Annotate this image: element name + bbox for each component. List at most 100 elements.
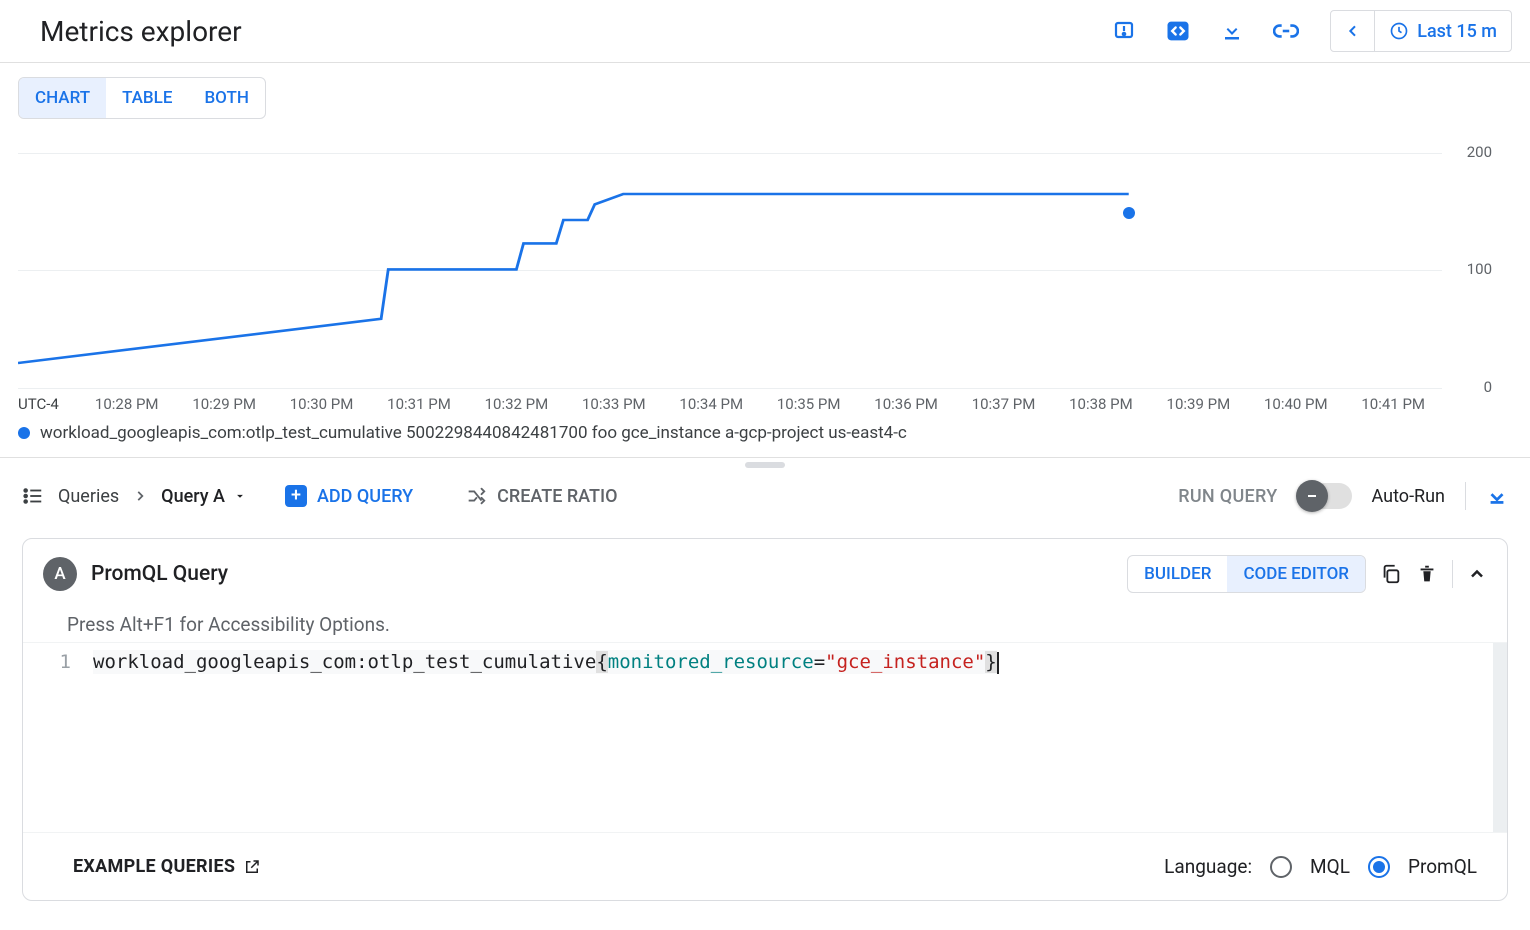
x-axis: UTC-4 10:28 PM 10:29 PM 10:30 PM 10:31 P… [18, 389, 1442, 417]
auto-run-label: Auto-Run [1372, 486, 1445, 507]
x-tick: 10:31 PM [370, 395, 467, 413]
tok-string: "gce_instance" [825, 651, 985, 673]
link-icon[interactable] [1268, 13, 1304, 49]
queries-toolbar-left: Queries Query A + ADD QUERY CREATE RATIO [22, 485, 617, 507]
chart-plot[interactable]: 200 100 0 [18, 129, 1512, 389]
pane-resize-handle[interactable] [0, 457, 1530, 472]
time-range-picker[interactable]: Last 15 m [1375, 11, 1511, 51]
editor-mode-tabs: BUILDER CODE EDITOR [1127, 555, 1366, 593]
x-tick: 10:28 PM [78, 395, 175, 413]
current-query-dropdown[interactable]: Query A [161, 486, 247, 507]
tok-metric: workload_googleapis_com:otlp_test_cumula… [93, 651, 596, 673]
tok-rbrace: } [985, 651, 996, 673]
query-card-header-right: BUILDER CODE EDITOR [1127, 555, 1487, 593]
legend-series-label: workload_googleapis_com:otlp_test_cumula… [40, 423, 907, 443]
tab-table[interactable]: TABLE [106, 78, 188, 118]
x-tick: 10:36 PM [857, 395, 954, 413]
divider [1465, 482, 1466, 510]
time-range-prev[interactable] [1331, 11, 1375, 51]
x-tick: 10:29 PM [175, 395, 272, 413]
download-icon[interactable] [1214, 13, 1250, 49]
create-ratio-label: CREATE RATIO [497, 486, 617, 507]
x-tick: 10:35 PM [760, 395, 857, 413]
x-tick: 10:40 PM [1247, 395, 1344, 413]
header-actions: Last 15 m [1106, 10, 1512, 52]
query-card-header: A PromQL Query BUILDER CODE EDITOR [23, 539, 1507, 609]
query-card-footer: EXAMPLE QUERIES Language: MQL PromQL [23, 832, 1507, 900]
example-queries-label: EXAMPLE QUERIES [73, 856, 235, 877]
time-range-group: Last 15 m [1330, 10, 1512, 52]
x-tick: 10:32 PM [468, 395, 565, 413]
chart-legend[interactable]: workload_googleapis_com:otlp_test_cumula… [18, 417, 1512, 457]
y-tick: 0 [1484, 378, 1492, 396]
header: Metrics explorer Last 15 m [0, 0, 1530, 63]
view-tabs-row: CHART TABLE BOTH [0, 63, 1530, 119]
copy-icon[interactable] [1380, 563, 1402, 585]
query-card-title: PromQL Query [91, 562, 228, 586]
toggle-knob [1296, 480, 1328, 512]
language-label: Language: [1164, 855, 1252, 878]
y-tick: 100 [1467, 260, 1492, 278]
tab-builder[interactable]: BUILDER [1128, 556, 1227, 592]
caret-down-icon [233, 489, 247, 503]
chart-line [18, 129, 1442, 389]
lang-promql-label: PromQL [1408, 855, 1477, 878]
run-query-button[interactable]: RUN QUERY [1178, 486, 1277, 507]
x-tick: 10:39 PM [1150, 395, 1247, 413]
merge-icon [465, 485, 487, 507]
radio-promql[interactable] [1368, 856, 1390, 878]
list-icon [22, 485, 44, 507]
query-card-header-left: A PromQL Query [43, 557, 228, 591]
auto-run-toggle[interactable] [1298, 483, 1352, 509]
tab-code-editor[interactable]: CODE EDITOR [1227, 556, 1365, 592]
tab-both[interactable]: BOTH [188, 78, 264, 118]
code-editor[interactable]: 1 workload_googleapis_com:otlp_test_cumu… [23, 642, 1507, 832]
example-queries-link[interactable]: EXAMPLE QUERIES [73, 856, 261, 877]
create-ratio-button[interactable]: CREATE RATIO [465, 485, 617, 507]
queries-label[interactable]: Queries [58, 486, 119, 507]
lang-mql-label: MQL [1310, 855, 1350, 878]
plus-icon: + [285, 485, 307, 507]
text-cursor [997, 652, 999, 674]
queries-toolbar-right: RUN QUERY Auto-Run [1178, 482, 1508, 510]
timezone-label: UTC-4 [18, 395, 78, 413]
accessibility-hint: Press Alt+F1 for Accessibility Options. [23, 609, 1507, 642]
view-tabs: CHART TABLE BOTH [18, 77, 266, 119]
y-tick: 200 [1467, 143, 1492, 161]
code-icon[interactable] [1160, 13, 1196, 49]
collapse-card-icon[interactable] [1467, 564, 1487, 584]
legend-color-dot [18, 427, 30, 439]
add-query-label: ADD QUERY [317, 486, 413, 507]
feedback-icon[interactable] [1106, 13, 1142, 49]
x-tick: 10:37 PM [955, 395, 1052, 413]
radio-mql[interactable] [1270, 856, 1292, 878]
time-range-label: Last 15 m [1417, 21, 1497, 42]
language-selector: Language: MQL PromQL [1164, 855, 1477, 878]
tok-attr: monitored_resource [608, 651, 814, 673]
x-tick: 10:38 PM [1052, 395, 1149, 413]
tab-chart[interactable]: CHART [19, 78, 106, 118]
tok-lbrace: { [596, 651, 607, 673]
query-avatar: A [43, 557, 77, 591]
add-query-button[interactable]: + ADD QUERY [285, 485, 413, 507]
x-tick: 10:41 PM [1344, 395, 1441, 413]
minimap[interactable] [1493, 643, 1507, 832]
queries-toolbar: Queries Query A + ADD QUERY CREATE RATIO… [0, 472, 1530, 520]
collapse-all-icon[interactable] [1486, 485, 1508, 507]
chart-area: 200 100 0 UTC-4 10:28 PM 10:29 PM 10:30 … [18, 129, 1512, 457]
external-link-icon [243, 858, 261, 876]
query-card: A PromQL Query BUILDER CODE EDITOR Press… [22, 538, 1508, 901]
delete-icon[interactable] [1416, 563, 1438, 585]
page-title: Metrics explorer [40, 15, 242, 48]
x-tick: 10:30 PM [273, 395, 370, 413]
tok-eq: = [814, 651, 825, 673]
chevron-right-icon [133, 489, 147, 503]
line-number: 1 [23, 643, 83, 832]
divider [1452, 560, 1453, 588]
x-tick: 10:34 PM [663, 395, 760, 413]
clock-icon [1389, 21, 1409, 41]
chart-end-point [1123, 207, 1135, 219]
code-line[interactable]: workload_googleapis_com:otlp_test_cumula… [83, 643, 1493, 832]
current-query-label: Query A [161, 486, 225, 507]
x-tick: 10:33 PM [565, 395, 662, 413]
